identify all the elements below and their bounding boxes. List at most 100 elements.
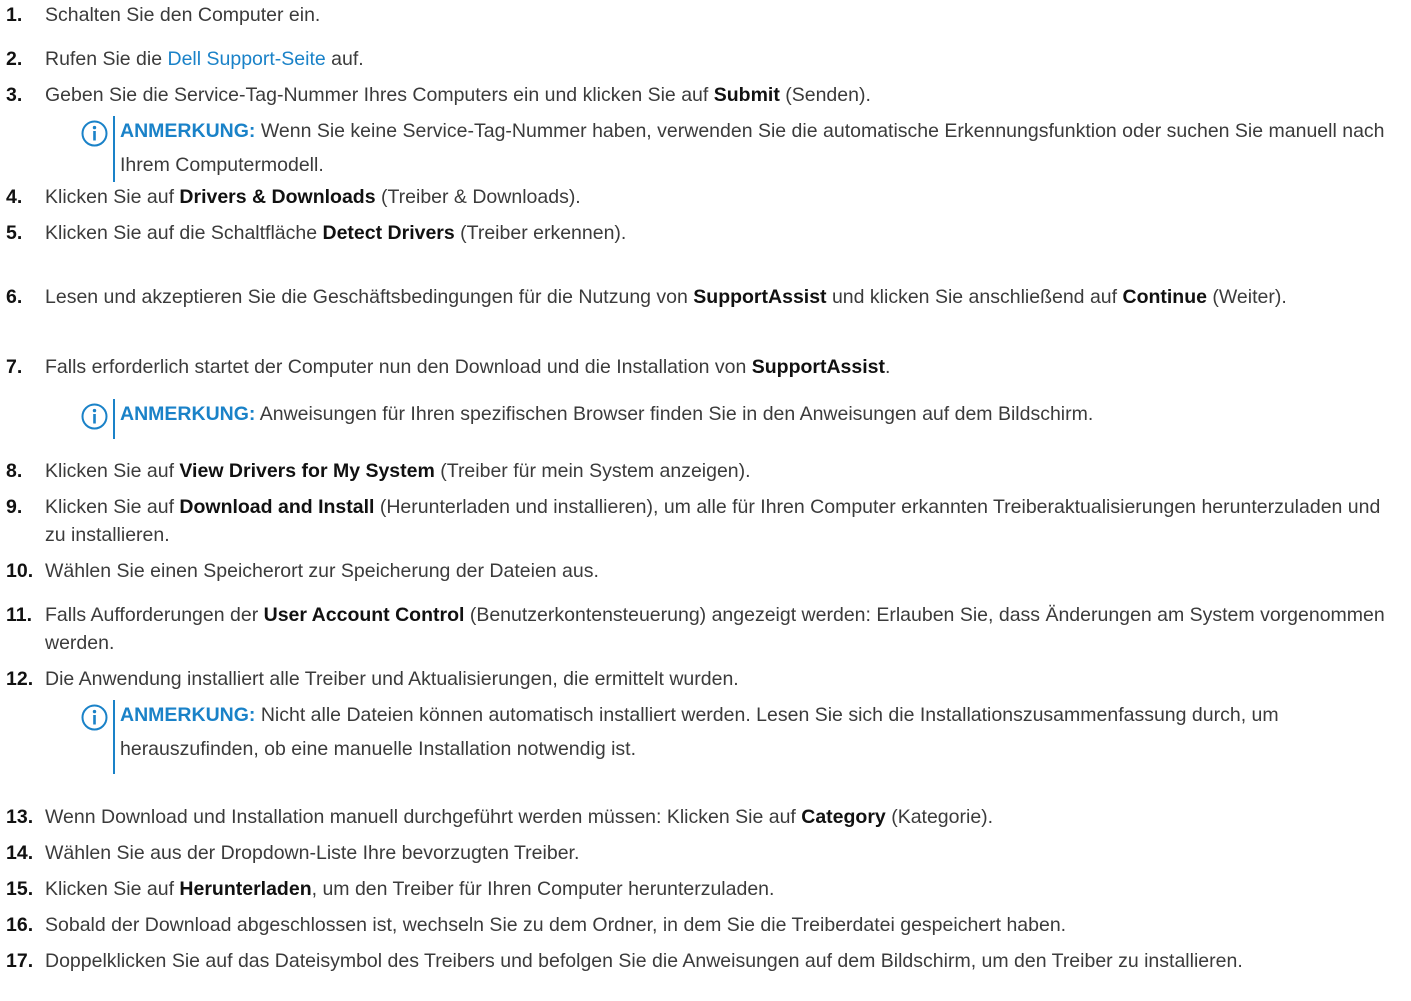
step-number: 14. — [6, 842, 34, 864]
step-text: Doppelklicken Sie auf das Dateisymbol de… — [45, 947, 1405, 975]
step-text-part: Falls erforderlich startet der Computer … — [45, 356, 752, 378]
step-13: 13. Wenn Download und Installation manuel… — [0, 803, 1405, 831]
step-number: 9. — [6, 496, 23, 518]
note-label: ANMERKUNG: — [120, 704, 256, 726]
step-text-part: (Treiber für mein System anzeigen). — [434, 460, 751, 482]
step-text-part: Doppelklicken Sie auf das Dateisymbol de… — [45, 950, 1243, 972]
step-15: 15. Klicken Sie auf Herunterladen, um den… — [0, 875, 1405, 903]
step-number: 17. — [6, 950, 34, 972]
note-box-3: ANMERKUNG: Nicht alle Dateien können aut… — [81, 698, 1391, 774]
step-11: 11. Falls Aufforderungen der User Account… — [0, 601, 1405, 657]
step-text: Falls Aufforderungen der User Account Co… — [45, 601, 1405, 657]
ui-term: User Account Control — [263, 604, 465, 626]
step-number: 5. — [6, 222, 23, 244]
step-number: 11. — [6, 604, 33, 626]
step-3: 3. Geben Sie die Service-Tag-Nummer Ihres… — [0, 81, 1405, 109]
step-text: Die Anwendung installiert alle Treiber u… — [45, 665, 1405, 693]
step-text-part: und klicken Sie anschließend auf — [826, 286, 1123, 308]
step-number: 4. — [6, 186, 23, 208]
step-text: Klicken Sie auf die Schaltfläche Detect … — [45, 219, 1405, 247]
step-7: 7. Falls erforderlich startet der Compute… — [0, 353, 1405, 381]
step-number: 13. — [6, 806, 34, 828]
step-number: 15. — [6, 878, 34, 900]
info-icon — [81, 120, 108, 147]
step-text-part: Geben Sie die Service-Tag-Nummer Ihres C… — [45, 84, 714, 106]
step-text: Schalten Sie den Computer ein. — [45, 1, 1405, 29]
ui-term: SupportAssist — [751, 356, 885, 378]
ui-term: Continue — [1122, 286, 1207, 308]
step-text-part: Schalten Sie den Computer ein. — [45, 4, 321, 26]
note-label: ANMERKUNG: — [120, 120, 256, 142]
step-12: 12. Die Anwendung installiert alle Treibe… — [0, 665, 1405, 693]
step-2: 2. Rufen Sie die Dell Support-Seite auf. — [0, 45, 1405, 73]
step-text: Klicken Sie auf Drivers & Downloads (Tre… — [45, 183, 1405, 211]
step-text-part: Rufen Sie die — [45, 48, 168, 70]
step-text-part: (Weiter). — [1206, 286, 1287, 308]
ui-term: Category — [801, 806, 886, 828]
step-number: 1. — [6, 4, 23, 26]
ui-term: Download and Install — [179, 496, 375, 518]
ui-term: SupportAssist — [693, 286, 827, 308]
step-text-part: Sobald der Download abgeschlossen ist, w… — [45, 914, 1067, 936]
step-text-part: (Treiber erkennen). — [454, 222, 627, 244]
ui-term: Submit — [713, 84, 780, 106]
note-body: Nicht alle Dateien können automatisch in… — [120, 704, 1279, 760]
step-text: Lesen und akzeptieren Sie die Geschäftsb… — [45, 283, 1405, 311]
note-box-1: ANMERKUNG: Wenn Sie keine Service-Tag-Nu… — [81, 114, 1391, 182]
note-divider — [113, 116, 115, 182]
step-text: Geben Sie die Service-Tag-Nummer Ihres C… — [45, 81, 1405, 109]
step-text-part: . — [885, 356, 891, 378]
note-label: ANMERKUNG: — [120, 403, 256, 425]
step-number: 16. — [6, 914, 34, 936]
note-body: Anweisungen für Ihren spezifischen Brows… — [255, 403, 1094, 425]
step-text-part: Wenn Download und Installation manuell d… — [45, 806, 802, 828]
step-14: 14. Wählen Sie aus der Dropdown-Liste Ihr… — [0, 839, 1405, 867]
note-text: ANMERKUNG: Wenn Sie keine Service-Tag-Nu… — [120, 114, 1391, 182]
step-text: Klicken Sie auf Herunterladen, um den Tr… — [45, 875, 1405, 903]
step-number: 7. — [6, 356, 23, 378]
step-text-part: Falls Aufforderungen der — [45, 604, 264, 626]
ui-term: Drivers & Downloads — [179, 186, 376, 208]
step-10: 10. Wählen Sie einen Speicherort zur Spei… — [0, 557, 1405, 585]
step-text: Rufen Sie die Dell Support-Seite auf. — [45, 45, 1405, 73]
note-box-2: ANMERKUNG: Anweisungen für Ihren spezifi… — [81, 397, 1391, 439]
note-text: ANMERKUNG: Nicht alle Dateien können aut… — [120, 698, 1391, 766]
step-text-part: (Treiber & Downloads). — [375, 186, 581, 208]
info-icon — [81, 704, 108, 731]
step-number: 2. — [6, 48, 23, 70]
step-8: 8. Klicken Sie auf View Drivers for My Sy… — [0, 457, 1405, 485]
step-text: Klicken Sie auf Download and Install (He… — [45, 493, 1405, 549]
ui-term: View Drivers for My System — [179, 460, 435, 482]
step-text-part: Wählen Sie aus der Dropdown-Liste Ihre b… — [45, 842, 580, 864]
step-text-part: Lesen und akzeptieren Sie die Geschäftsb… — [45, 286, 694, 308]
note-divider — [113, 700, 115, 774]
ui-term: Detect Drivers — [322, 222, 455, 244]
step-text-part: Die Anwendung installiert alle Treiber u… — [45, 668, 739, 690]
step-text-part: Klicken Sie auf — [45, 186, 180, 208]
step-text: Klicken Sie auf View Drivers for My Syst… — [45, 457, 1405, 485]
step-16: 16. Sobald der Download abgeschlossen ist… — [0, 911, 1405, 939]
instructions-document: 1. Schalten Sie den Computer ein. 2. Rufen … — [0, 0, 1411, 1001]
step-text-part: , um den Treiber für Ihren Computer heru… — [311, 878, 775, 900]
ui-term: Herunterladen — [179, 878, 312, 900]
step-number: 10. — [6, 560, 34, 582]
step-9: 9. Klicken Sie auf Download and Install (… — [0, 493, 1405, 549]
info-icon — [81, 403, 108, 430]
step-number: 12. — [6, 668, 34, 690]
step-5: 5. Klicken Sie auf die Schaltfläche Detec… — [0, 219, 1405, 247]
step-6: 6. Lesen und akzeptieren Sie die Geschäft… — [0, 283, 1405, 311]
step-text-part: (Kategorie). — [885, 806, 994, 828]
note-divider — [113, 399, 115, 439]
step-text-part: Klicken Sie auf die Schaltfläche — [45, 222, 323, 244]
step-text: Wählen Sie einen Speicherort zur Speiche… — [45, 557, 1405, 585]
note-text: ANMERKUNG: Anweisungen für Ihren spezifi… — [120, 397, 1391, 431]
step-text: Sobald der Download abgeschlossen ist, w… — [45, 911, 1405, 939]
step-text-part: Klicken Sie auf — [45, 460, 180, 482]
step-1: 1. Schalten Sie den Computer ein. — [0, 1, 1405, 29]
step-text: Wählen Sie aus der Dropdown-Liste Ihre b… — [45, 839, 1405, 867]
dell-support-link[interactable]: Dell Support-Seite — [168, 48, 326, 70]
step-4: 4. Klicken Sie auf Drivers & Downloads (T… — [0, 183, 1405, 211]
step-text: Wenn Download und Installation manuell d… — [45, 803, 1405, 831]
step-number: 8. — [6, 460, 23, 482]
note-body: Wenn Sie keine Service-Tag-Nummer haben,… — [120, 120, 1385, 176]
